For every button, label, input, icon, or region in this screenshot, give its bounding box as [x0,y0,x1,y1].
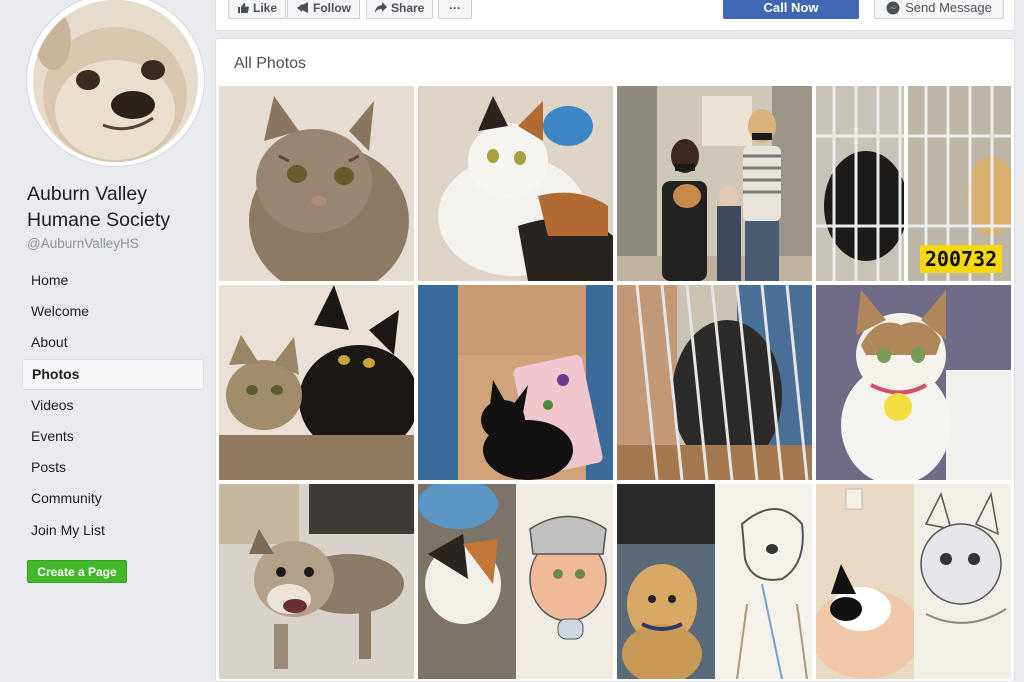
nav-item-posts[interactable]: Posts [22,452,204,483]
nav-item-welcome[interactable]: Welcome [22,296,204,327]
follow-label: Follow [313,0,351,15]
nav-item-join-my-list[interactable]: Join My List [22,515,204,546]
nav-item-community[interactable]: Community [22,483,204,514]
photo-cat-with-yellow-tag[interactable] [816,285,1011,480]
share-label: Share [391,0,425,15]
follow-button[interactable]: Follow [287,0,360,19]
photo-dog-behind-bars[interactable] [617,285,812,480]
send-message-label: Send Message [905,0,992,15]
nav-item-home[interactable]: Home [22,265,204,296]
all-photos-card: All Photos 200732 [215,38,1015,682]
page-title: Auburn Valley Humane Society [27,183,171,231]
photo-calico-cat[interactable] [418,86,613,281]
like-label: Like [253,0,278,15]
photo-tabby-and-black-kittens[interactable] [219,285,414,480]
send-message-button[interactable]: Send Message [874,0,1004,19]
kennel-id-tag: 200732 [920,245,1002,273]
share-button[interactable]: Share [366,0,434,19]
photo-tuxedo-cat-and-drawing[interactable] [816,484,1011,679]
page-nav: Home Welcome About Photos Videos Events … [22,265,204,546]
left-sidebar: Auburn Valley Humane Society @AuburnVall… [0,0,215,682]
create-page-button[interactable]: Create a Page [27,560,127,583]
thumbs-up-icon [238,2,249,13]
photo-senior-dog-smiling[interactable] [219,484,414,679]
photo-golden-retriever-and-drawing[interactable] [617,484,812,679]
nav-item-photos[interactable]: Photos [22,358,204,390]
follow-icon [297,2,308,13]
page-handle[interactable]: @AuburnValleyHS [27,236,139,251]
photo-tabby-kitten[interactable] [219,86,414,281]
all-photos-title: All Photos [234,55,307,72]
more-options-button[interactable]: ··· [438,0,472,19]
nav-item-events[interactable]: Events [22,421,204,452]
photo-black-dog-kennel[interactable] [418,285,613,480]
photo-cat-in-kennel-200732[interactable]: 200732 [816,86,1011,281]
messenger-icon [886,1,900,14]
share-arrow-icon [375,2,387,13]
photo-calico-and-drawing[interactable] [418,484,613,679]
page-action-bar: Like Follow Share ··· Call Now Send Mess… [215,0,1015,31]
call-now-button[interactable]: Call Now [723,0,859,19]
profile-picture[interactable] [33,0,198,162]
like-button[interactable]: Like [228,0,287,19]
photo-family-adopting-cat[interactable] [617,86,812,281]
nav-item-about[interactable]: About [22,327,204,358]
nav-item-videos[interactable]: Videos [22,390,204,421]
